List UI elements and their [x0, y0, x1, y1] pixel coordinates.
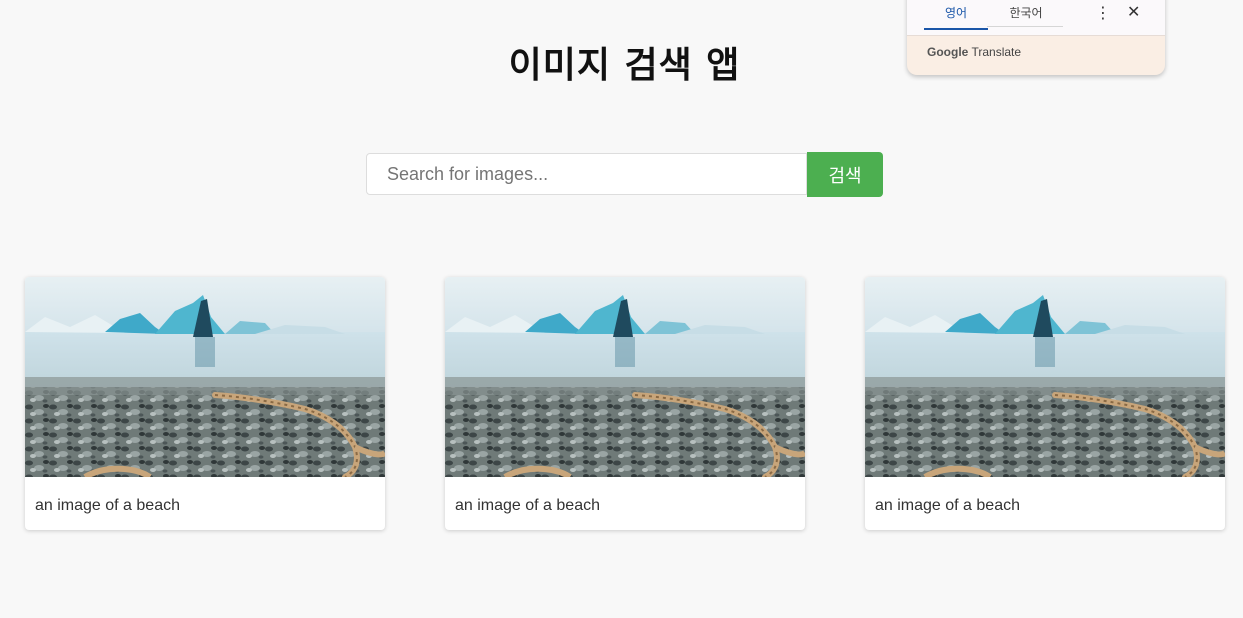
image-caption: an image of a beach — [875, 497, 1020, 514]
tab-english[interactable]: 영어 — [924, 4, 988, 30]
google-translate-brand: Google Translate — [927, 45, 1021, 59]
search-button[interactable]: 검색 — [807, 152, 883, 197]
image-card[interactable]: an image of a beach — [445, 277, 805, 530]
google-translate-popup: 영어 한국어 ⋮ ✕ Google Translate — [907, 0, 1165, 75]
image-caption: an image of a beach — [35, 497, 180, 514]
tab-divider — [987, 26, 1063, 27]
brand-google: Google — [927, 45, 969, 59]
beach-image — [25, 277, 385, 477]
search-input[interactable] — [366, 153, 807, 195]
image-card[interactable]: an image of a beach — [25, 277, 385, 530]
image-card[interactable]: an image of a beach — [865, 277, 1225, 530]
beach-image — [865, 277, 1225, 477]
search-bar: 검색 — [366, 152, 883, 197]
tab-korean[interactable]: 한국어 — [993, 4, 1059, 28]
brand-translate: Translate — [971, 45, 1022, 59]
image-caption: an image of a beach — [455, 497, 600, 514]
more-vert-icon[interactable]: ⋮ — [1095, 4, 1111, 24]
translate-header: 영어 한국어 ⋮ ✕ — [907, 0, 1165, 36]
close-icon[interactable]: ✕ — [1127, 3, 1140, 23]
beach-image — [445, 277, 805, 477]
